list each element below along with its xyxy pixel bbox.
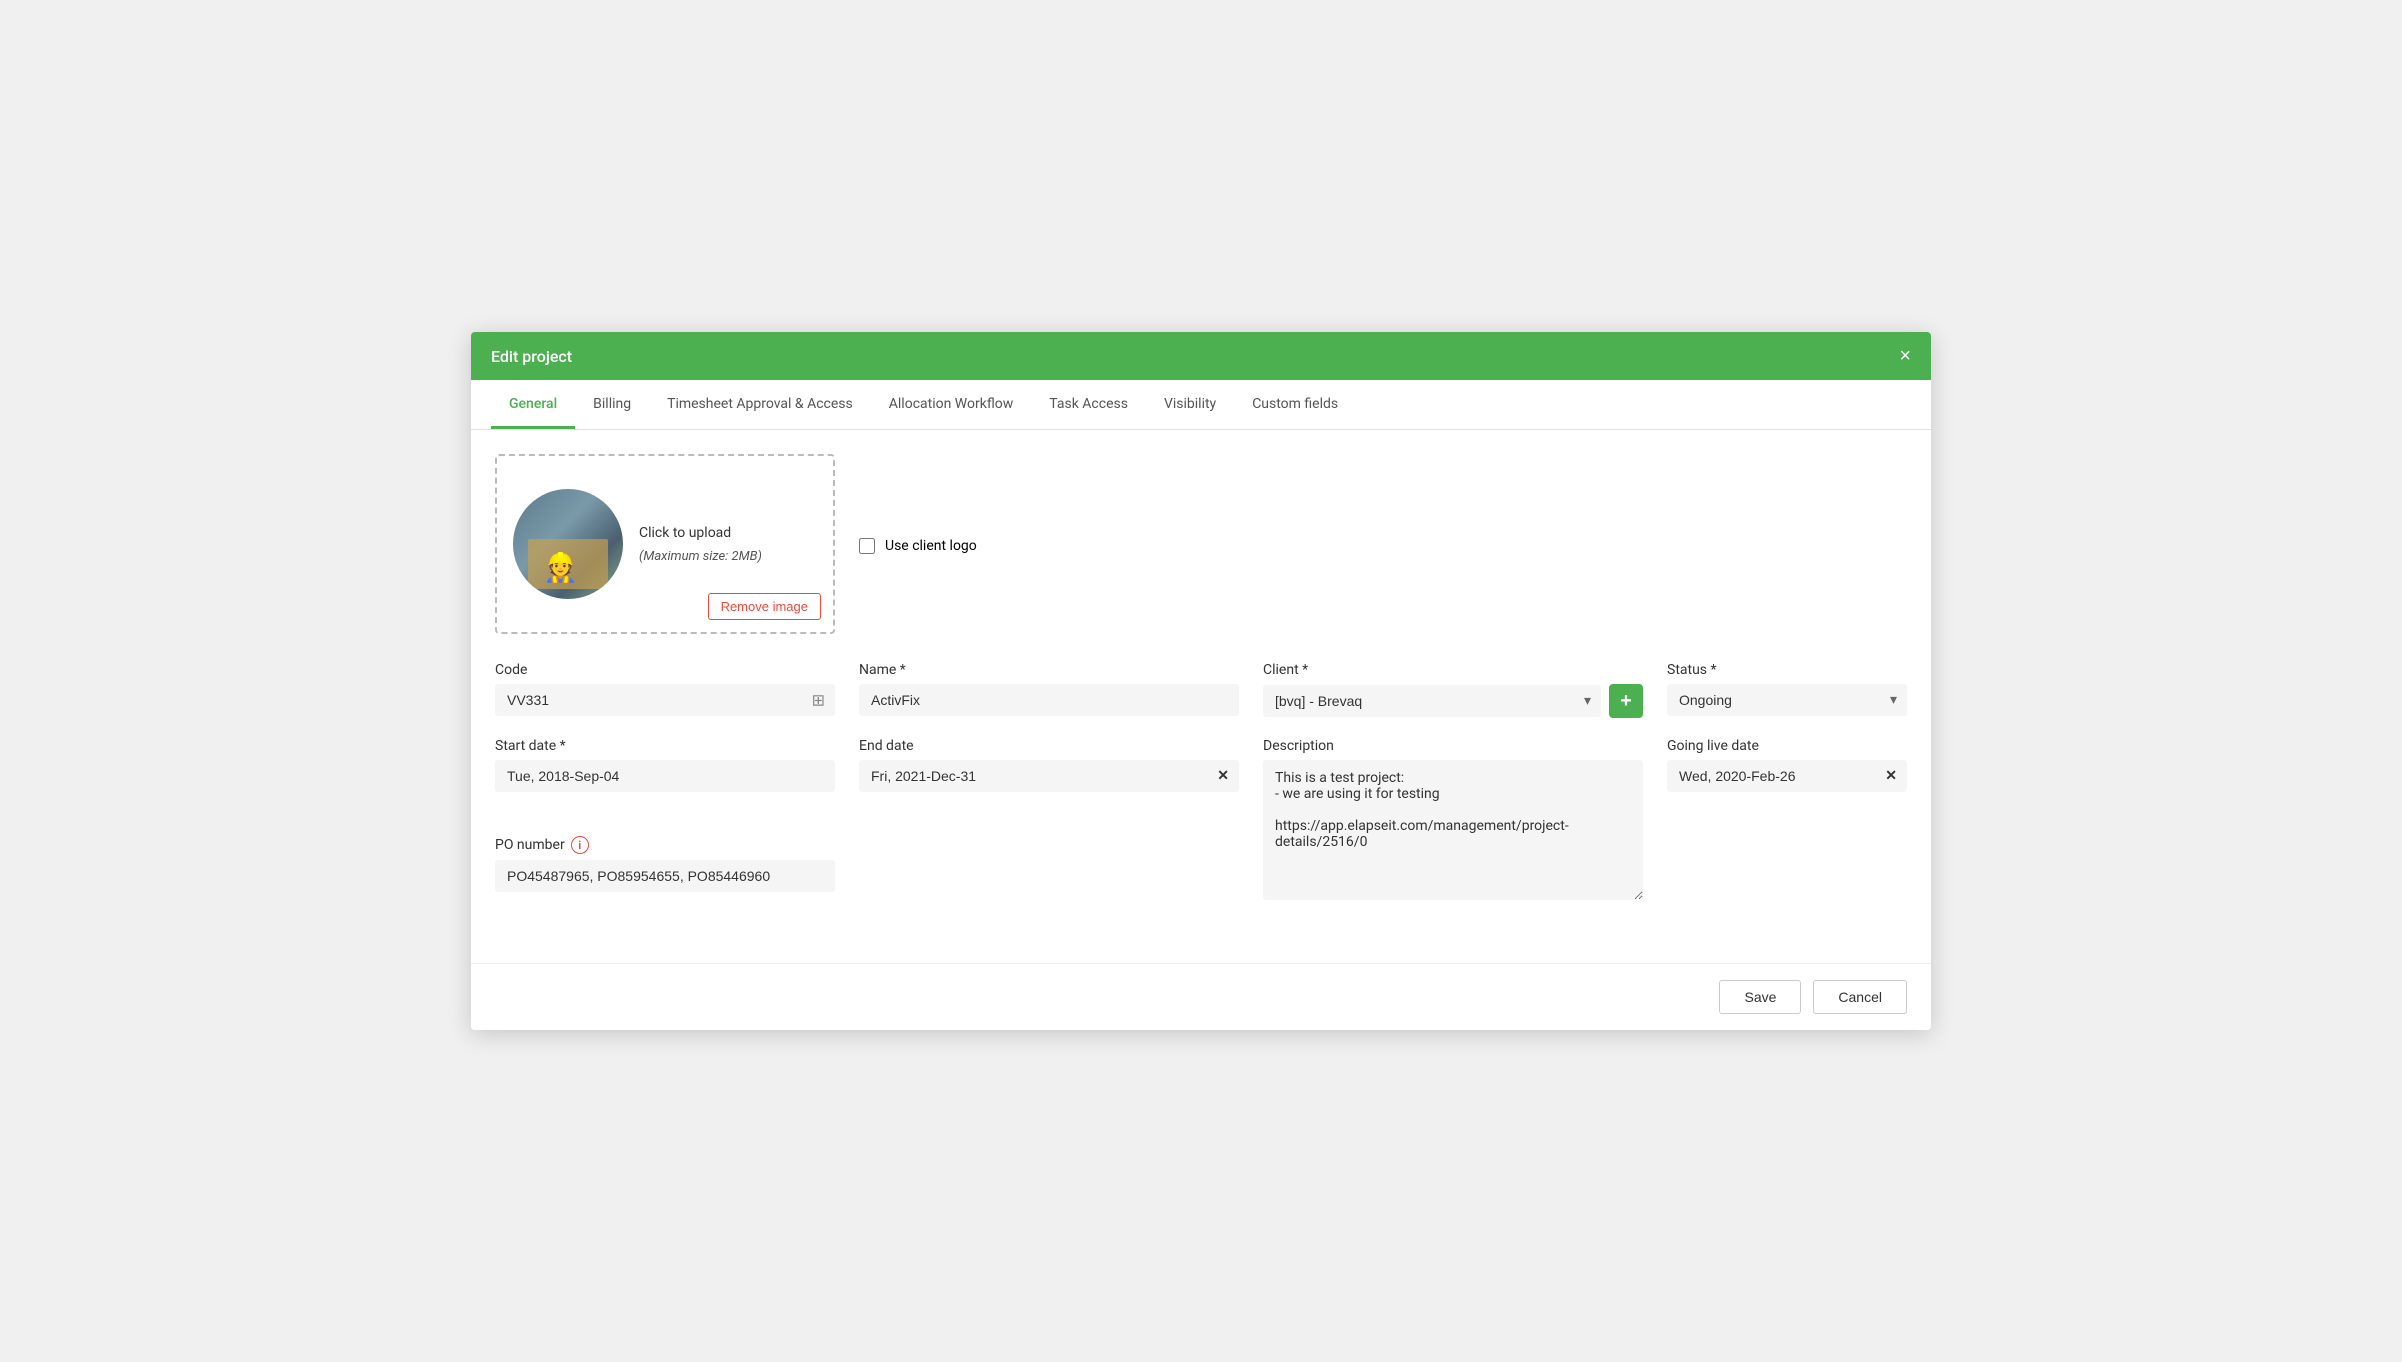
cancel-button[interactable]: Cancel	[1813, 980, 1907, 1014]
client-select-wrapper: [bvq] - Brevaq Acme Corp Test Client ▾	[1263, 685, 1601, 717]
use-client-logo-checkbox[interactable]	[859, 538, 875, 554]
use-client-logo-label[interactable]: Use client logo	[885, 538, 977, 554]
po-number-label: PO number	[495, 837, 565, 853]
po-number-field-group: PO number i	[495, 836, 835, 904]
going-live-date-label: Going live date	[1667, 738, 1907, 754]
end-date-label: End date	[859, 738, 1239, 754]
project-avatar	[513, 489, 623, 599]
client-field-group: Client * [bvq] - Brevaq Acme Corp Test C…	[1263, 662, 1643, 718]
description-label: Description	[1263, 738, 1643, 754]
end-date-input[interactable]	[859, 760, 1239, 792]
client-row: [bvq] - Brevaq Acme Corp Test Client ▾ +	[1263, 684, 1643, 718]
tab-task-access[interactable]: Task Access	[1031, 380, 1146, 429]
tab-timesheet[interactable]: Timesheet Approval & Access	[649, 380, 871, 429]
po-number-label-row: PO number i	[495, 836, 835, 854]
client-select[interactable]: [bvq] - Brevaq Acme Corp Test Client	[1263, 685, 1601, 717]
description-field-group: Description This is a test project: - we…	[1263, 738, 1643, 904]
end-date-input-wrapper: ✕	[859, 760, 1239, 792]
name-input[interactable]	[859, 684, 1239, 716]
modal-header: Edit project ×	[471, 332, 1931, 380]
start-date-label: Start date *	[495, 738, 835, 754]
code-input[interactable]	[495, 684, 835, 716]
save-button[interactable]: Save	[1719, 980, 1801, 1014]
grid-icon: ⊞	[812, 691, 825, 710]
tab-billing[interactable]: Billing	[575, 380, 649, 429]
status-field-group: Status * Ongoing Completed On Hold Cance…	[1667, 662, 1907, 718]
going-live-date-input-wrapper: ✕	[1667, 760, 1907, 792]
code-input-wrapper: ⊞	[495, 684, 835, 716]
modal-title: Edit project	[491, 347, 572, 366]
upload-text-area: Click to upload (Maximum size: 2MB)	[639, 525, 762, 564]
name-label: Name *	[859, 662, 1239, 678]
status-select-wrapper: Ongoing Completed On Hold Cancelled ▾	[1667, 684, 1907, 716]
tab-allocation[interactable]: Allocation Workflow	[871, 380, 1032, 429]
add-client-button[interactable]: +	[1609, 684, 1643, 718]
use-client-logo-section: Use client logo	[859, 458, 977, 634]
tab-custom-fields[interactable]: Custom fields	[1234, 380, 1356, 429]
name-field-group: Name *	[859, 662, 1239, 718]
end-date-field-group: End date ✕	[859, 738, 1239, 804]
going-live-date-input[interactable]	[1667, 760, 1907, 792]
going-live-date-clear-icon[interactable]: ✕	[1885, 768, 1897, 784]
modal-body: Click to upload (Maximum size: 2MB) Remo…	[471, 430, 1931, 1030]
tab-visibility[interactable]: Visibility	[1146, 380, 1234, 429]
modal-body-wrapper: Click to upload (Maximum size: 2MB) Remo…	[471, 430, 1931, 1030]
description-textarea[interactable]: This is a test project: - we are using i…	[1263, 760, 1643, 900]
po-number-info-icon[interactable]: i	[571, 836, 589, 854]
start-date-field-group: Start date *	[495, 738, 835, 804]
upload-click-text: Click to upload	[639, 525, 762, 541]
remove-image-button[interactable]: Remove image	[708, 593, 821, 620]
form-grid: Code ⊞ Name * Client *	[495, 662, 1907, 924]
upload-max-size: (Maximum size: 2MB)	[639, 549, 762, 564]
po-number-input[interactable]	[495, 860, 835, 892]
tab-bar: General Billing Timesheet Approval & Acc…	[471, 380, 1931, 430]
edit-project-modal: Edit project × General Billing Timesheet…	[471, 332, 1931, 1030]
close-button[interactable]: ×	[1899, 346, 1911, 366]
code-field-group: Code ⊞	[495, 662, 835, 718]
status-select[interactable]: Ongoing Completed On Hold Cancelled	[1667, 684, 1907, 716]
tab-general[interactable]: General	[491, 380, 575, 429]
going-live-date-field-group: Going live date ✕	[1667, 738, 1907, 804]
status-label: Status *	[1667, 662, 1907, 678]
start-date-input[interactable]	[495, 760, 835, 792]
top-section: Click to upload (Maximum size: 2MB) Remo…	[495, 454, 1907, 634]
code-label: Code	[495, 662, 835, 678]
end-date-clear-icon[interactable]: ✕	[1217, 768, 1229, 784]
modal-footer: Save Cancel	[471, 963, 1931, 1030]
client-label: Client *	[1263, 662, 1643, 678]
image-upload-area[interactable]: Click to upload (Maximum size: 2MB) Remo…	[495, 454, 835, 634]
